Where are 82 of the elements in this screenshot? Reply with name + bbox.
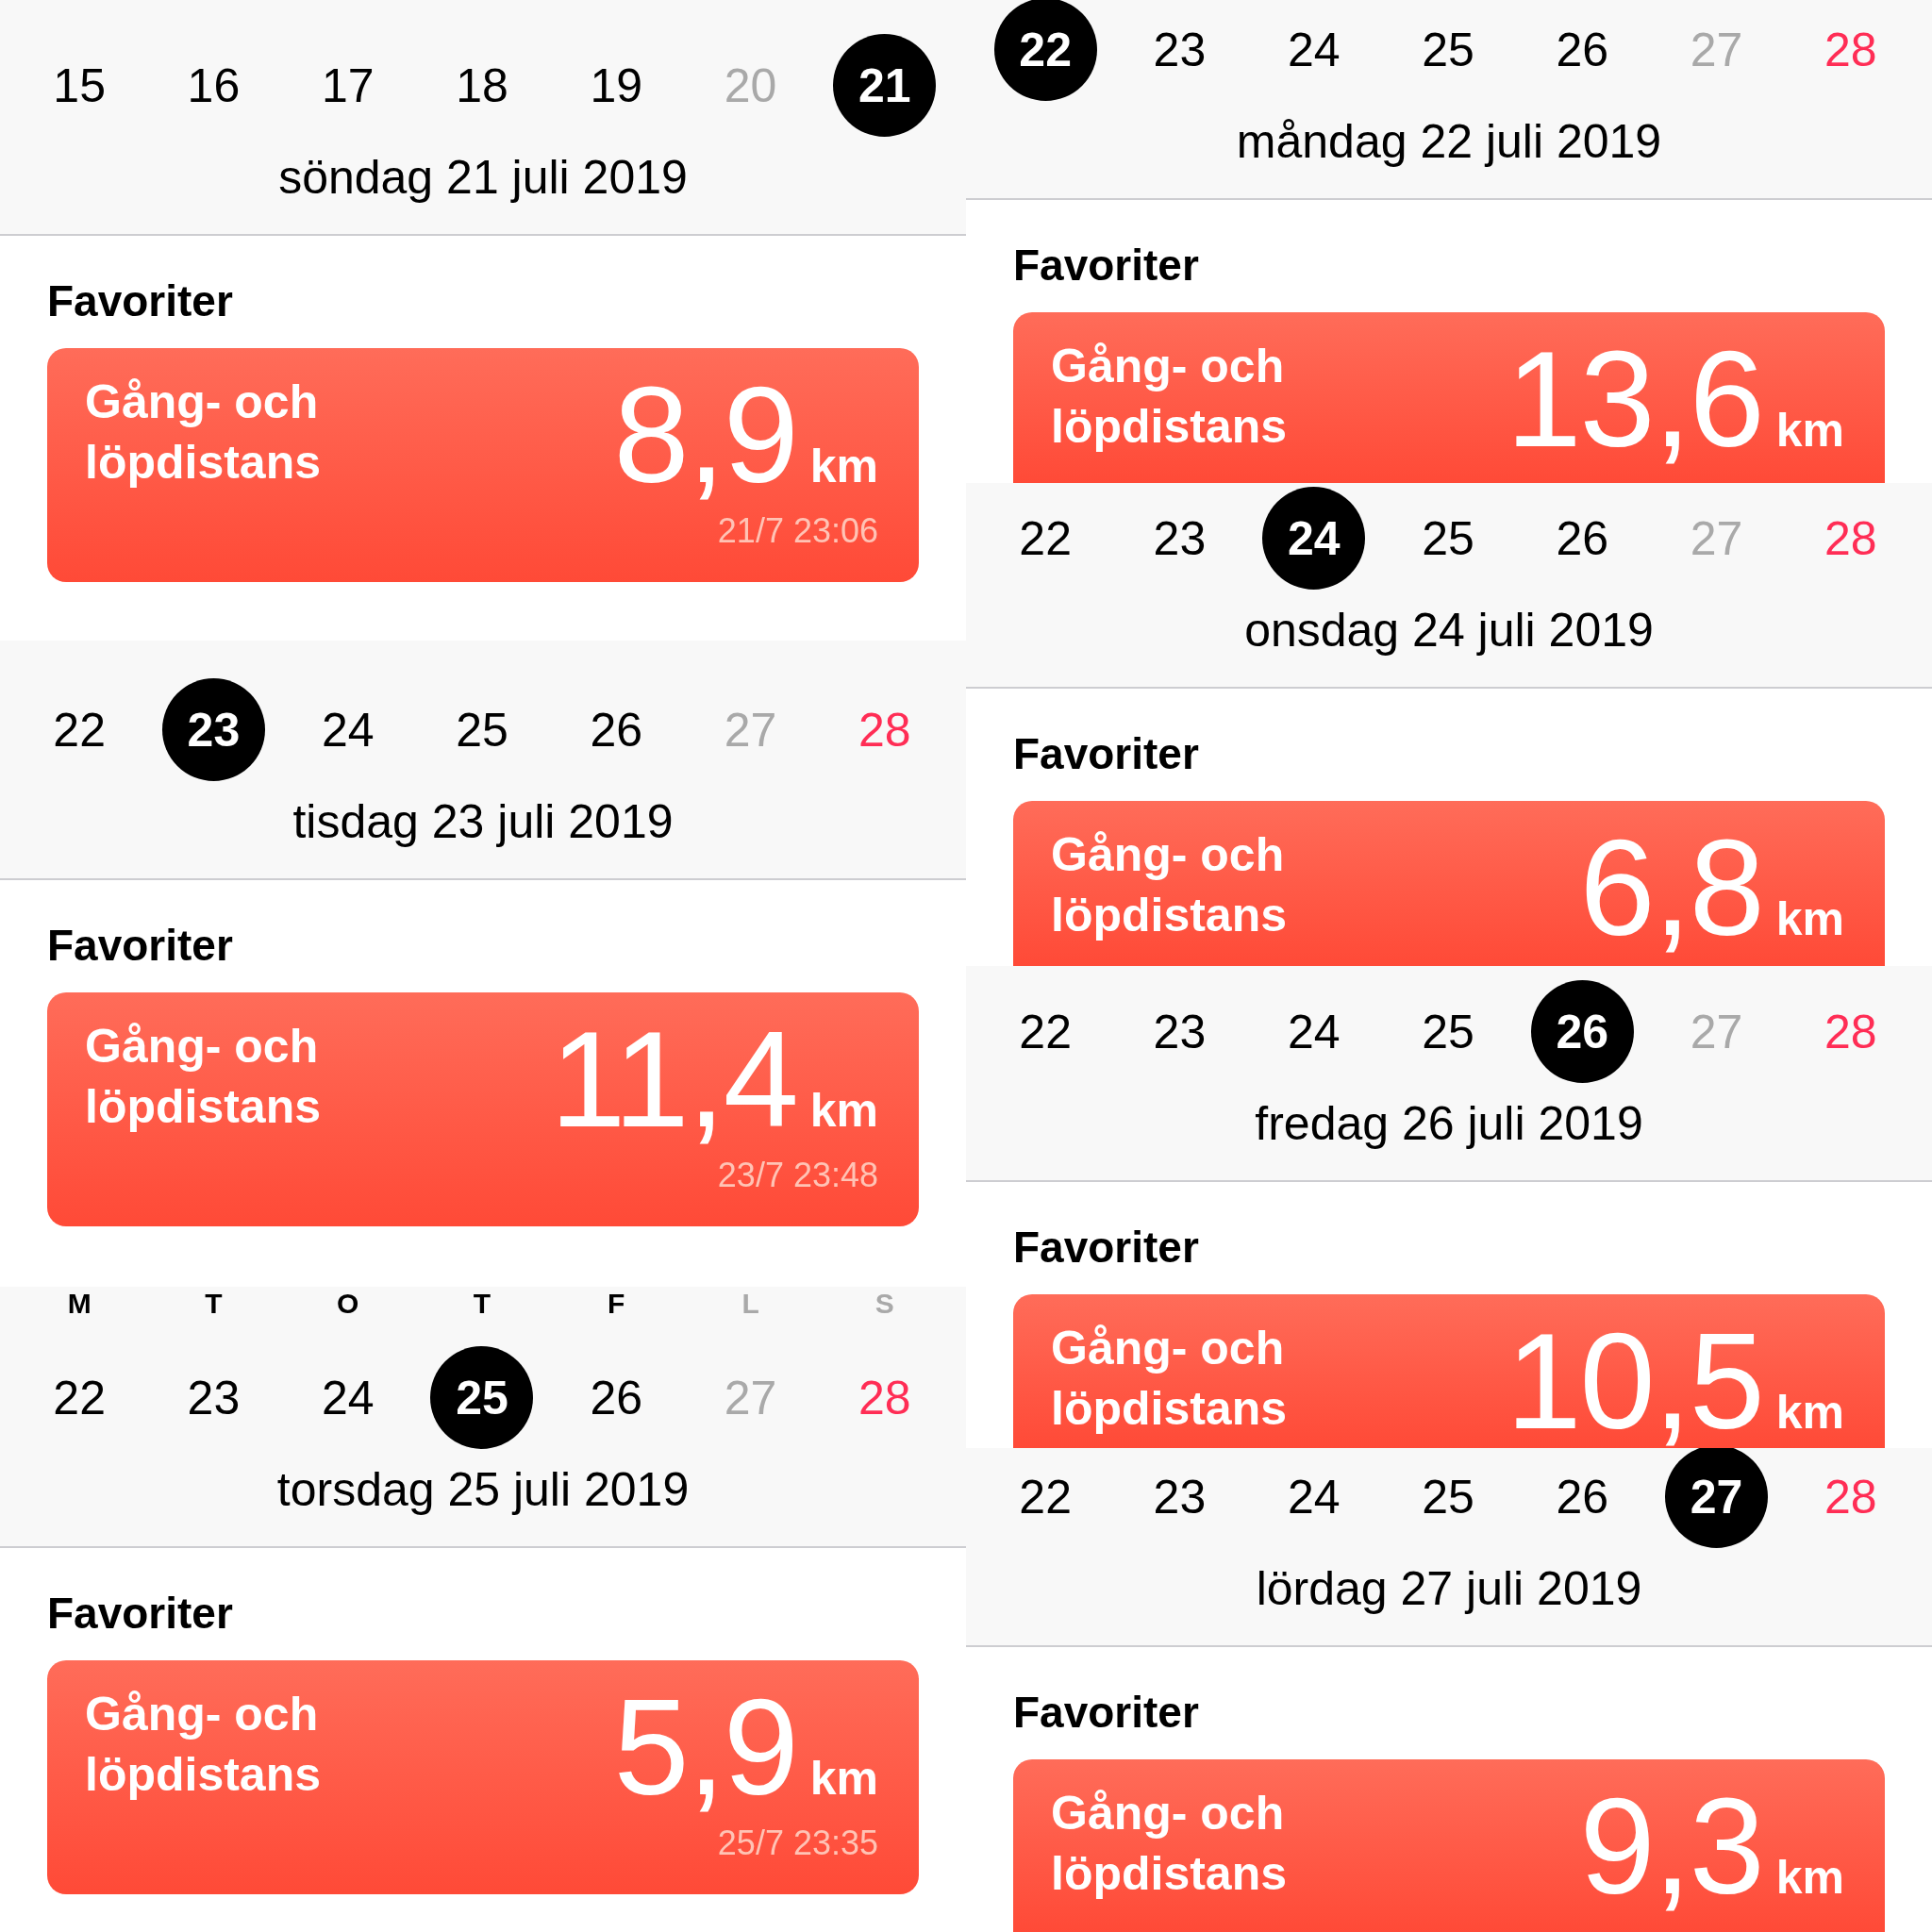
day-number[interactable]: 26 xyxy=(590,1370,643,1425)
day-number[interactable]: 26 xyxy=(1530,980,1634,1083)
timestamp: 23/7 23:48 xyxy=(717,1157,878,1194)
day-number[interactable]: 17 xyxy=(321,58,375,113)
unit-label: km xyxy=(809,1087,878,1134)
day-number[interactable]: 22 xyxy=(53,702,106,758)
day-number[interactable]: 25 xyxy=(456,702,508,758)
day-number[interactable]: 23 xyxy=(1153,510,1207,566)
distance-value: 9,3 xyxy=(1579,1779,1763,1915)
day-number[interactable]: 21 xyxy=(833,34,937,137)
day-number[interactable]: 23 xyxy=(161,678,265,781)
date-title: fredag 26 juli 2019 xyxy=(1255,1096,1643,1152)
section-title: Favoriter xyxy=(47,920,233,972)
card-title: Gång- och löpdistans xyxy=(85,375,323,491)
weekday-label: L xyxy=(741,1287,759,1321)
day-number[interactable]: 19 xyxy=(590,58,643,113)
section-title: Favoriter xyxy=(1013,240,1199,291)
day-number[interactable]: 25 xyxy=(430,1346,534,1449)
day-number[interactable]: 23 xyxy=(1153,1469,1207,1524)
date-title: tisdag 23 juli 2019 xyxy=(292,794,674,850)
day-number[interactable]: 27 xyxy=(1665,1448,1769,1548)
distance-value: 10,5 xyxy=(1506,1314,1763,1448)
date-title: måndag 22 juli 2019 xyxy=(1236,114,1662,170)
distance-value: 5,9 xyxy=(613,1680,797,1816)
day-number[interactable]: 23 xyxy=(1153,1004,1207,1059)
card-title: Gång- och löpdistans xyxy=(85,1019,323,1135)
date-title: onsdag 24 juli 2019 xyxy=(1244,603,1654,658)
day-number[interactable]: 22 xyxy=(1019,1469,1072,1524)
weekday-label: M xyxy=(67,1287,92,1321)
distance-value: 8,9 xyxy=(613,368,797,504)
card-title: Gång- och löpdistans xyxy=(1051,1786,1289,1902)
card-title: Gång- och löpdistans xyxy=(1051,339,1289,455)
date-title: söndag 21 juli 2019 xyxy=(278,150,688,206)
day-number[interactable]: 23 xyxy=(1153,22,1207,77)
day-number[interactable]: 24 xyxy=(1262,487,1366,590)
day-number[interactable]: 25 xyxy=(1422,22,1474,77)
unit-label: km xyxy=(1775,895,1844,942)
section-title: Favoriter xyxy=(1013,728,1199,780)
card-title: Gång- och löpdistans xyxy=(1051,827,1289,943)
section-title: Favoriter xyxy=(1013,1687,1199,1739)
distance-value: 11,4 xyxy=(550,1012,797,1148)
day-number[interactable]: 22 xyxy=(993,0,1097,101)
day-number[interactable]: 22 xyxy=(1019,510,1072,566)
date-title: torsdag 25 juli 2019 xyxy=(276,1462,690,1518)
day-number[interactable]: 25 xyxy=(1422,1004,1474,1059)
distance-value: 13,6 xyxy=(1506,332,1763,468)
weekday-label: F xyxy=(608,1287,625,1321)
weekday-label: O xyxy=(337,1287,359,1321)
day-number[interactable]: 25 xyxy=(1422,510,1474,566)
unit-label: km xyxy=(1775,1389,1844,1436)
day-number[interactable]: 24 xyxy=(321,1370,375,1425)
day-number[interactable]: 18 xyxy=(456,58,508,113)
card-title: Gång- och löpdistans xyxy=(85,1687,323,1803)
unit-label: km xyxy=(809,1755,878,1802)
section-title: Favoriter xyxy=(47,1588,233,1640)
weekday-label: T xyxy=(473,1287,491,1321)
day-number[interactable]: 15 xyxy=(53,58,106,113)
section-title: Favoriter xyxy=(1013,1222,1199,1274)
day-number[interactable]: 24 xyxy=(321,702,375,758)
unit-label: km xyxy=(809,442,878,490)
card-title: Gång- och löpdistans xyxy=(1051,1321,1289,1437)
day-number[interactable]: 23 xyxy=(187,1370,241,1425)
unit-label: km xyxy=(1775,407,1844,454)
day-number[interactable]: 24 xyxy=(1287,1004,1341,1059)
day-number[interactable]: 25 xyxy=(1422,1469,1474,1524)
day-number[interactable]: 26 xyxy=(1556,1469,1609,1524)
distance-value: 6,8 xyxy=(1579,821,1763,957)
day-number[interactable]: 24 xyxy=(1287,22,1341,77)
timestamp: 21/7 23:06 xyxy=(717,512,878,550)
day-number[interactable]: 26 xyxy=(1556,22,1609,77)
date-title: lördag 27 juli 2019 xyxy=(1256,1561,1642,1617)
day-number[interactable]: 22 xyxy=(1019,1004,1072,1059)
day-number[interactable]: 22 xyxy=(53,1370,106,1425)
day-number[interactable]: 26 xyxy=(1556,510,1609,566)
section-title: Favoriter xyxy=(47,275,233,327)
timestamp: 25/7 23:35 xyxy=(717,1824,878,1862)
day-number[interactable]: 26 xyxy=(590,702,643,758)
weekday-label: S xyxy=(874,1287,894,1321)
weekday-label: T xyxy=(205,1287,223,1321)
unit-label: km xyxy=(1775,1854,1844,1901)
day-number[interactable]: 24 xyxy=(1287,1469,1341,1524)
day-number[interactable]: 16 xyxy=(187,58,241,113)
